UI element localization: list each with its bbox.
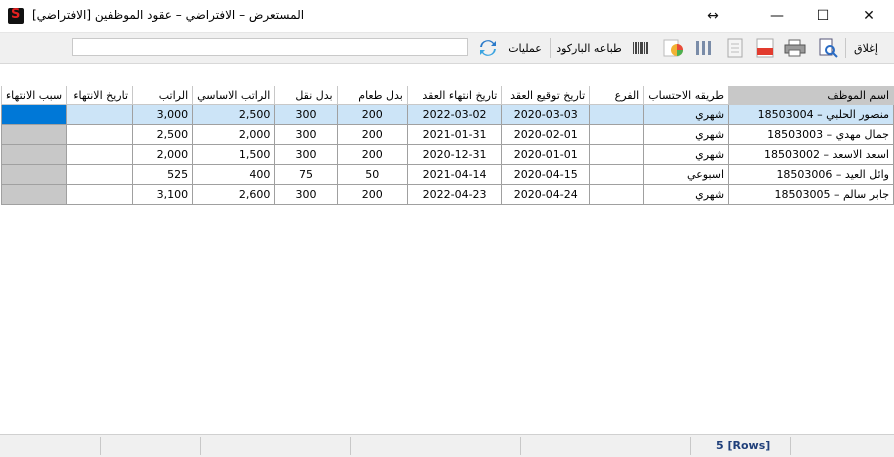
cell-sign-date[interactable]: 2020-02-01 <box>501 124 591 145</box>
cell-transport[interactable]: 300 <box>274 144 338 165</box>
print-barcode-button[interactable]: طباعه الباركود <box>552 37 626 59</box>
cell-method[interactable]: اسبوعي <box>643 164 730 185</box>
cell-term-reason[interactable] <box>0 124 68 145</box>
close-button[interactable]: إغلاق <box>848 37 884 59</box>
col-header-term-reason[interactable]: سبب الانتهاء <box>0 86 68 105</box>
col-header-basic-salary[interactable]: الراتب الاساسي <box>192 86 276 105</box>
cell-food[interactable]: 200 <box>336 124 408 145</box>
col-header-employee-name[interactable]: اسم الموظف <box>728 86 894 105</box>
cell-basic-salary[interactable]: 2,600 <box>192 184 276 205</box>
cell-end-date[interactable]: 2021-01-31 <box>406 124 503 145</box>
header-row: سبب الانتهاء تاريخ الانتهاء الراتب الرات… <box>0 86 894 105</box>
minimize-button[interactable]: — <box>754 0 800 32</box>
pdf-icon[interactable] <box>754 37 776 59</box>
col-header-end-date[interactable]: تاريخ انتهاء العقد <box>406 86 503 105</box>
employee-contracts-table: سبب الانتهاء تاريخ الانتهاء الراتب الرات… <box>0 86 894 205</box>
table-row[interactable]: 2,500 2,000 300 200 2021-01-31 2020-02-0… <box>0 124 894 145</box>
cell-end-date[interactable]: 2020-12-31 <box>406 144 503 165</box>
cell-end-date[interactable]: 2021-04-14 <box>406 164 503 185</box>
cell-method[interactable]: شهري <box>643 104 730 125</box>
title-bar: المستعرض – الافتراضي – عقود الموظفين [ال… <box>0 0 894 33</box>
cell-salary[interactable]: 2,500 <box>132 124 194 145</box>
window-title: المستعرض – الافتراضي – عقود الموظفين [ال… <box>32 8 305 22</box>
barcode-icon[interactable] <box>630 37 652 59</box>
cell-transport[interactable]: 300 <box>274 124 338 145</box>
col-header-sign-date[interactable]: تاريخ توقيع العقد <box>501 86 591 105</box>
col-header-food[interactable]: بدل طعام <box>336 86 408 105</box>
cell-method[interactable]: شهري <box>643 144 730 165</box>
cell-sign-date[interactable]: 2020-04-24 <box>501 184 591 205</box>
cell-basic-salary[interactable]: 2,500 <box>192 104 276 125</box>
col-header-salary[interactable]: الراتب <box>132 86 194 105</box>
cell-salary[interactable]: 525 <box>132 164 194 185</box>
cell-sign-date[interactable]: 2020-01-01 <box>501 144 591 165</box>
cell-term-reason[interactable] <box>0 144 68 165</box>
cell-transport[interactable]: 300 <box>274 184 338 205</box>
cell-salary[interactable]: 3,100 <box>132 184 194 205</box>
cell-end-date[interactable]: 2022-03-02 <box>406 104 503 125</box>
cell-transport[interactable]: 300 <box>274 104 338 125</box>
cell-term-date[interactable] <box>66 144 134 165</box>
cell-branch[interactable] <box>589 184 645 205</box>
operations-button[interactable]: عمليات <box>504 37 546 59</box>
cell-term-reason[interactable] <box>0 104 68 125</box>
cell-food[interactable]: 50 <box>336 164 408 185</box>
cell-employee-name[interactable]: 18503002 – اسعد الاسعد <box>728 144 894 165</box>
table-row[interactable]: 3,000 2,500 300 200 2022-03-02 2020-03-0… <box>0 104 894 125</box>
table-row[interactable]: 525 400 75 50 2021-04-14 2020-04-15 اسبو… <box>0 164 894 185</box>
col-header-branch[interactable]: الفرع <box>589 86 645 105</box>
col-header-transport[interactable]: بدل نقل <box>274 86 338 105</box>
cell-food[interactable]: 200 <box>336 104 408 125</box>
table-row[interactable]: 2,000 1,500 300 200 2020-12-31 2020-01-0… <box>0 144 894 165</box>
cell-salary[interactable]: 2,000 <box>132 144 194 165</box>
chart-export-icon[interactable] <box>660 37 686 59</box>
cell-end-date[interactable]: 2022-04-23 <box>406 184 503 205</box>
restore-arrows-icon[interactable]: ↔ <box>690 0 736 32</box>
maximize-button[interactable]: ☐ <box>800 0 846 32</box>
cell-term-date[interactable] <box>66 124 134 145</box>
col-header-method[interactable]: طريقه الاحتساب <box>643 86 730 105</box>
cell-employee-name[interactable]: 18503004 – منصور الحلبي <box>728 104 894 125</box>
printer-icon[interactable] <box>782 37 808 59</box>
row-count-label: 5 [Rows] <box>716 439 771 452</box>
cell-term-date[interactable] <box>66 184 134 205</box>
table-row[interactable]: 3,100 2,600 300 200 2022-04-23 2020-04-2… <box>0 184 894 205</box>
cell-basic-salary[interactable]: 2,000 <box>192 124 276 145</box>
cell-term-date[interactable] <box>66 164 134 185</box>
document-icon[interactable] <box>724 37 746 59</box>
cell-branch[interactable] <box>589 144 645 165</box>
cell-term-reason[interactable] <box>0 164 68 185</box>
cell-term-date[interactable] <box>66 104 134 125</box>
app-logo-icon <box>8 7 24 24</box>
cell-sign-date[interactable]: 2020-03-03 <box>501 104 591 125</box>
cell-salary[interactable]: 3,000 <box>132 104 194 125</box>
cell-food[interactable]: 200 <box>336 184 408 205</box>
cell-employee-name[interactable]: 18503005 – جابر سالم <box>728 184 894 205</box>
preview-icon[interactable] <box>816 37 840 59</box>
columns-settings-icon[interactable] <box>692 37 716 59</box>
cell-basic-salary[interactable]: 400 <box>192 164 276 185</box>
status-bar: 5 [Rows] <box>0 434 894 457</box>
cell-basic-salary[interactable]: 1,500 <box>192 144 276 165</box>
cell-branch[interactable] <box>589 104 645 125</box>
cell-method[interactable]: شهري <box>643 124 730 145</box>
cell-term-reason[interactable] <box>0 184 68 205</box>
data-grid: سبب الانتهاء تاريخ الانتهاء الراتب الرات… <box>0 64 894 434</box>
cell-sign-date[interactable]: 2020-04-15 <box>501 164 591 185</box>
cell-food[interactable]: 200 <box>336 144 408 165</box>
cell-branch[interactable] <box>589 164 645 185</box>
col-header-term-date[interactable]: تاريخ الانتهاء <box>66 86 134 105</box>
cell-employee-name[interactable]: 18503003 – جمال مهدي <box>728 124 894 145</box>
cell-transport[interactable]: 75 <box>274 164 338 185</box>
cell-employee-name[interactable]: 18503006 – وائل العيد <box>728 164 894 185</box>
refresh-icon[interactable] <box>476 37 500 59</box>
search-input[interactable] <box>72 38 468 56</box>
cell-method[interactable]: شهري <box>643 184 730 205</box>
cell-branch[interactable] <box>589 124 645 145</box>
close-window-button[interactable]: ✕ <box>846 0 892 32</box>
